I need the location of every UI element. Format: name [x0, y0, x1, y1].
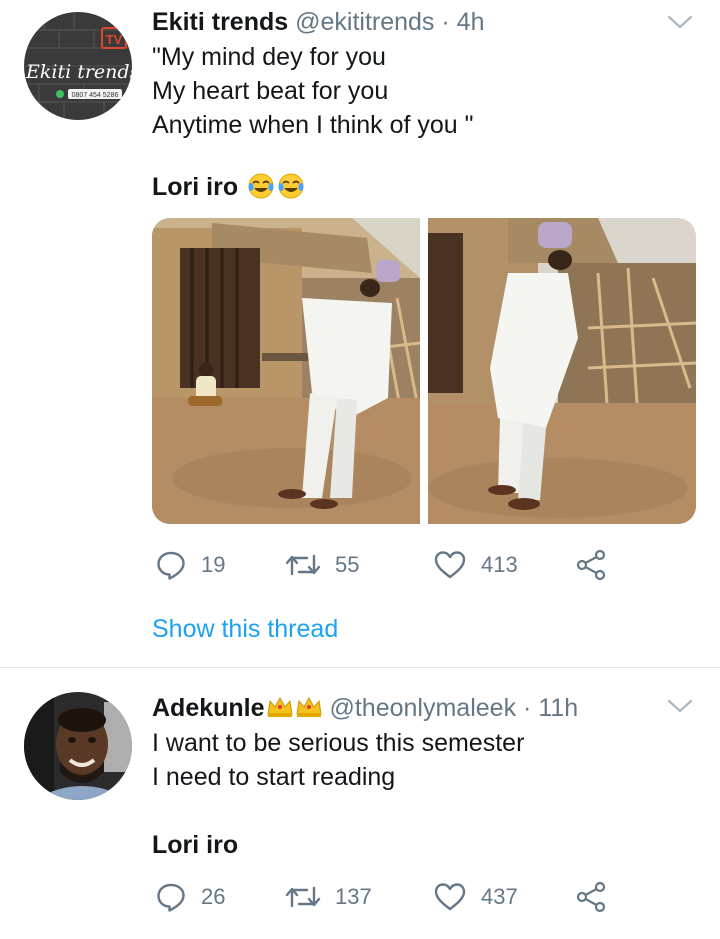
author-name[interactable]: Adekunle	[152, 694, 265, 722]
crown-icon	[295, 694, 323, 717]
tweet-tagline: Lori iro	[152, 831, 239, 859]
retweet-button[interactable]: 137	[285, 880, 433, 914]
tweet-actions: 26 137 437	[155, 880, 607, 914]
reply-button[interactable]: 19	[155, 548, 285, 582]
separator-dot: ·	[523, 694, 532, 722]
author-handle[interactable]: @ekititrends	[295, 8, 434, 36]
logo-phone-text: 0807 454 5286	[72, 92, 119, 99]
retweet-icon	[285, 881, 321, 913]
laughing-emoji-icon	[247, 172, 275, 200]
retweet-count: 137	[335, 884, 372, 909]
chevron-down-icon[interactable]	[666, 12, 694, 32]
logo-tv-text: TV	[106, 32, 123, 47]
chevron-down-icon[interactable]	[666, 696, 694, 716]
share-icon	[575, 549, 607, 581]
tweet-media[interactable]	[152, 218, 696, 524]
author-name[interactable]: Ekiti trends	[152, 8, 288, 36]
tweet-adekunle[interactable]: Adekunle @theonlymaleek · 11h I want to …	[0, 668, 720, 939]
laughing-emoji-icon	[277, 172, 305, 200]
reply-count: 19	[201, 552, 226, 577]
tweet-line: I need to start reading	[152, 763, 396, 791]
retweet-count: 55	[335, 552, 360, 577]
share-icon	[575, 881, 607, 913]
reply-icon	[155, 549, 187, 581]
tweet-time[interactable]: 11h	[538, 694, 578, 722]
tweet-ekiti-trends[interactable]: TV Ekiti trends 0807 454 5286 Ekiti tren…	[0, 0, 720, 668]
like-count: 437	[481, 884, 518, 909]
tweet-line: Anytime when I think of you "	[152, 111, 474, 139]
like-button[interactable]: 437	[433, 880, 575, 914]
like-count: 413	[481, 552, 518, 577]
media-photo[interactable]	[428, 218, 696, 524]
avatar-adekunle[interactable]	[24, 692, 132, 800]
like-button[interactable]: 413	[433, 548, 575, 582]
crown-icon	[266, 694, 294, 717]
tweet-header: Adekunle @theonlymaleek · 11h	[152, 692, 578, 724]
tweet-line: I want to be serious this semester	[152, 729, 525, 757]
retweet-button[interactable]: 55	[285, 548, 433, 582]
tweet-text: I want to be serious this semester I nee…	[152, 726, 524, 862]
author-handle[interactable]: @theonlymaleek	[329, 694, 516, 722]
tweet-line: My heart beat for you	[152, 77, 389, 105]
tweet-time[interactable]: 4h	[457, 8, 485, 36]
show-thread-link[interactable]: Show this thread	[152, 612, 338, 646]
tweet-text: "My mind dey for you My heart beat for y…	[152, 40, 474, 208]
tweet-actions: 19 55 413	[155, 548, 607, 582]
retweet-icon	[285, 549, 321, 581]
reply-count: 26	[201, 884, 226, 909]
share-button[interactable]	[575, 548, 607, 582]
share-button[interactable]	[575, 880, 607, 914]
heart-icon	[433, 549, 467, 581]
separator-dot: ·	[441, 8, 450, 36]
avatar-ekiti-trends[interactable]: TV Ekiti trends 0807 454 5286	[24, 12, 132, 120]
logo-script-text: Ekiti trends	[25, 61, 132, 83]
media-photo[interactable]	[152, 218, 420, 524]
tweet-header: Ekiti trends @ekititrends · 4h	[152, 6, 484, 38]
reply-icon	[155, 881, 187, 913]
tweet-tagline: Lori iro	[152, 173, 239, 201]
heart-icon	[433, 881, 467, 913]
tweet-line: "My mind dey for you	[152, 43, 386, 71]
reply-button[interactable]: 26	[155, 880, 285, 914]
